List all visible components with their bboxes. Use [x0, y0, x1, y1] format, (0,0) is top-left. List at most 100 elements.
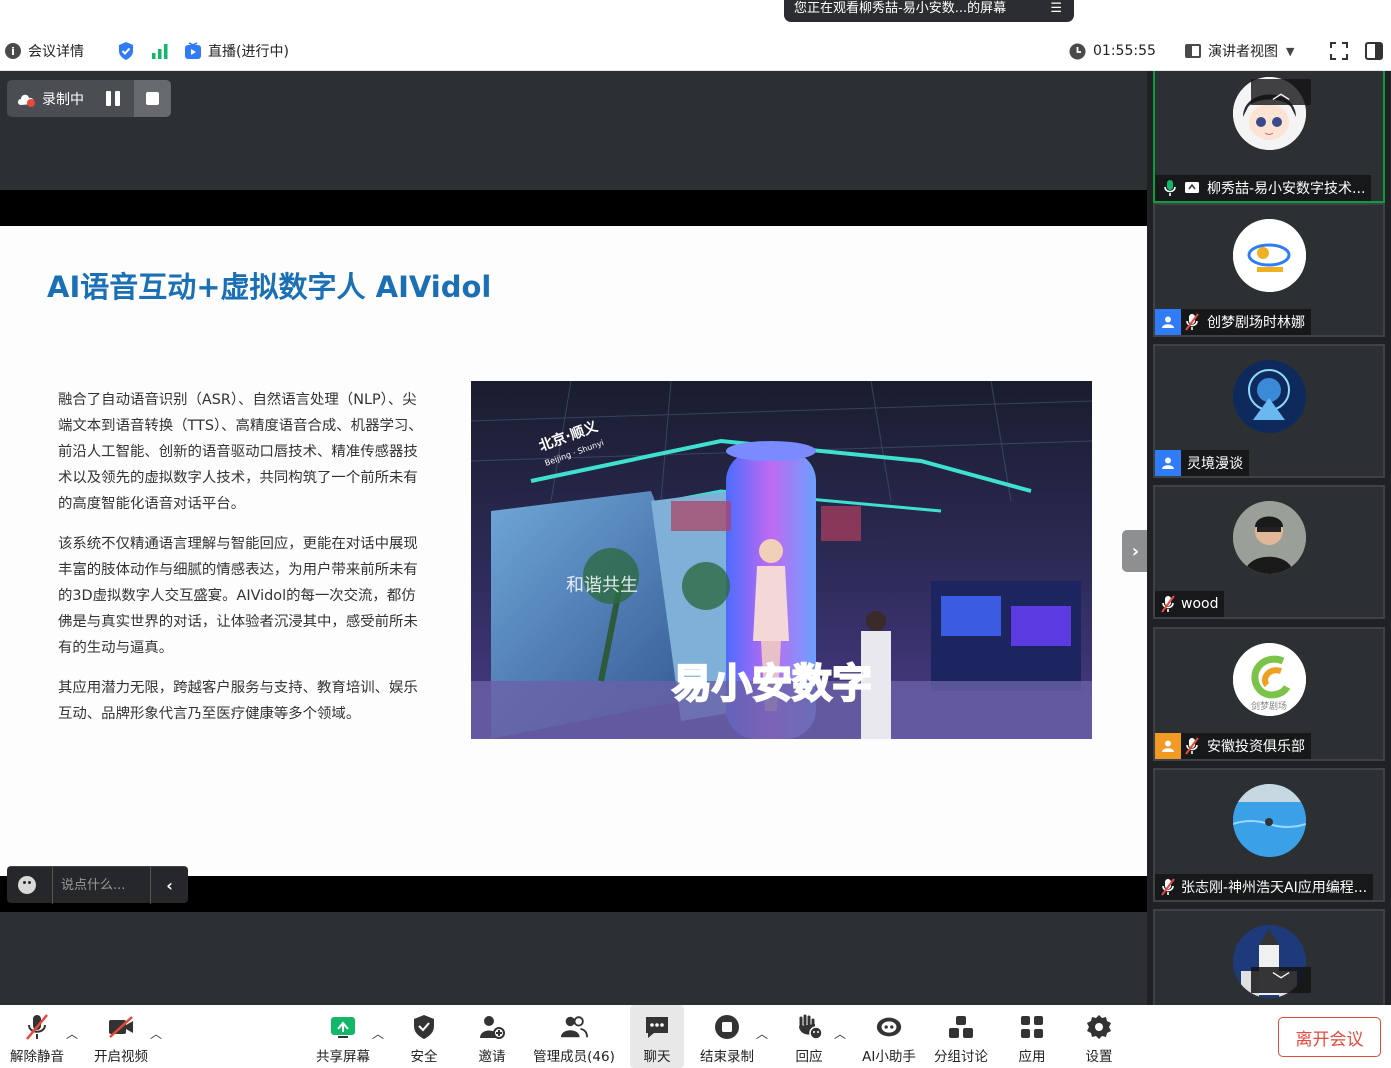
security-label: 安全: [410, 1049, 438, 1065]
start-video-button[interactable]: 开启视频: [92, 1005, 150, 1068]
live-stream-status[interactable]: 直播(进行中): [184, 31, 289, 71]
apps-button[interactable]: 应用: [1010, 1005, 1054, 1068]
scroll-down-icon[interactable]: ﹀: [1251, 967, 1311, 993]
mic-on-icon: [1159, 177, 1181, 199]
signal-icon[interactable]: [151, 31, 169, 71]
meeting-info-button[interactable]: i 会议详情: [5, 31, 84, 71]
share-screen-label: 共享屏幕: [316, 1049, 370, 1065]
stop-record-button[interactable]: [134, 80, 171, 117]
share-banner: 您正在观看柳秀喆-易小安数...的屏幕 ☰: [0, 0, 1391, 31]
view-mode-dropdown[interactable]: 演讲者视图 ▼: [1184, 31, 1294, 71]
security-button[interactable]: 安全: [402, 1005, 446, 1068]
portal-avatar: [1233, 360, 1306, 433]
scroll-up-icon[interactable]: ︿: [1251, 79, 1311, 105]
add-user-icon: [478, 1013, 506, 1041]
participant-name: 张志刚-神州浩天AI应用编程...: [1181, 880, 1368, 896]
manage-members-button[interactable]: 管理成员(46): [532, 1005, 616, 1068]
fullscreen-icon[interactable]: [1330, 31, 1348, 71]
participant-panel: ︿ 柳秀喆-易小安数字技术... 创梦剧场时林娜 灵境漫谈 wood 剑梦剧场 …: [1147, 71, 1391, 1005]
participant-name-bar: 灵境漫谈: [1155, 450, 1249, 476]
participant-tile[interactable]: 张志刚-神州浩天AI应用编程...: [1153, 768, 1385, 902]
video-off-icon: [107, 1013, 135, 1041]
participant-name: 柳秀喆-易小安数字技术...: [1207, 181, 1366, 197]
participant-name-bar: 创梦剧场时林娜: [1155, 309, 1311, 335]
ai-assistant-button[interactable]: AI小助手: [860, 1005, 918, 1068]
security-shield-icon[interactable]: [117, 31, 135, 71]
stop-icon: [146, 92, 159, 105]
breakout-rooms-button[interactable]: 分组讨论: [932, 1005, 990, 1068]
reactions-button[interactable]: 回应: [790, 1005, 828, 1068]
logo-avatar: 剑梦剧场: [1233, 643, 1306, 716]
participant-tile[interactable]: 灵境漫谈: [1153, 344, 1385, 478]
participant-name: 灵境漫谈: [1187, 456, 1243, 472]
info-icon: i: [5, 43, 21, 59]
chat-button[interactable]: 聊天: [630, 1005, 684, 1068]
ai-assistant-label: AI小助手: [862, 1049, 916, 1065]
unmute-button[interactable]: 解除静音: [8, 1005, 66, 1068]
leave-meeting-button[interactable]: 离开会议: [1278, 1017, 1381, 1057]
emoji-icon[interactable]: [18, 876, 36, 894]
chevron-up-icon[interactable]: ︿: [834, 1025, 846, 1042]
ai-assistant-icon: [875, 1013, 903, 1041]
pool-avatar: [1233, 784, 1306, 857]
participant-tile[interactable]: ︿ 柳秀喆-易小安数字技术...: [1153, 71, 1385, 203]
shield-icon: [410, 1013, 438, 1041]
participant-name: 安徽投资俱乐部: [1207, 739, 1305, 755]
pause-icon[interactable]: [105, 91, 121, 106]
chat-input[interactable]: 说点什么...: [52, 867, 152, 904]
participant-tile[interactable]: wood: [1153, 485, 1385, 619]
participant-tile[interactable]: 创梦剧场时林娜: [1153, 203, 1385, 337]
mic-muted-icon: [1181, 735, 1203, 757]
invite-button[interactable]: 邀请: [470, 1005, 514, 1068]
apps-grid-icon: [1018, 1013, 1046, 1041]
participant-tile[interactable]: 剑梦剧场 安徽投资俱乐部: [1153, 627, 1385, 761]
recording-control: 录制中: [7, 80, 171, 117]
chevron-right-icon: ›: [1131, 540, 1140, 562]
letterbox-top: [0, 190, 1147, 226]
mic-muted-icon: [1181, 311, 1203, 333]
breakout-label: 分组讨论: [934, 1049, 988, 1065]
share-status-text: 您正在观看柳秀喆-易小安数...的屏幕: [794, 1, 1007, 16]
participant-tile[interactable]: ﹀: [1153, 909, 1385, 1005]
timer-value: 01:55:55: [1093, 43, 1156, 59]
mic-muted-icon: [23, 1013, 51, 1041]
start-video-label: 开启视频: [94, 1049, 148, 1065]
screen-share-icon: [1181, 177, 1203, 199]
share-status-pill[interactable]: 您正在观看柳秀喆-易小安数...的屏幕 ☰: [784, 0, 1074, 22]
end-recording-button[interactable]: 结束录制: [698, 1005, 756, 1068]
slide-paragraph: 其应用潜力无限，跨越客户服务与支持、教育培训、娱乐互动、品牌形象代言乃至医疗健康…: [58, 680, 418, 722]
presentation-slide: AI语音互动+虚拟数字人 AIVidol 融合了自动语音识别（ASR）、自然语言…: [0, 226, 1147, 876]
participant-name-bar: 张志刚-神州浩天AI应用编程...: [1155, 874, 1374, 900]
raise-hand-icon: [795, 1013, 823, 1041]
share-screen-button[interactable]: 共享屏幕: [314, 1005, 372, 1068]
user-icon: [1155, 450, 1181, 476]
participant-name: wood: [1181, 596, 1219, 612]
reactions-label: 回应: [795, 1049, 823, 1065]
sidebar-toggle-icon[interactable]: [1365, 31, 1383, 71]
bottom-toolbar: 解除静音 ︿ 开启视频 ︿ 共享屏幕 ︿ 安全 邀请 管理成员(46) 聊天 结…: [0, 1005, 1391, 1068]
avatar-logo-text: 剑梦剧场: [1251, 700, 1287, 712]
mic-muted-icon: [1157, 593, 1179, 615]
next-page-button[interactable]: ›: [1122, 530, 1149, 572]
speaker-view-icon: [1185, 44, 1201, 58]
photo-caption: 易小安数字: [671, 660, 873, 708]
chevron-left-icon[interactable]: ‹: [150, 867, 188, 904]
chevron-up-icon[interactable]: ︿: [372, 1025, 384, 1042]
cloud-record-icon: [18, 94, 35, 107]
live-icon: [185, 42, 201, 59]
chevron-up-icon[interactable]: ︿: [66, 1025, 78, 1042]
chevron-up-icon[interactable]: ︿: [756, 1025, 768, 1042]
participant-name: 创梦剧场时林娜: [1207, 315, 1305, 331]
quick-chat-box: 说点什么... ‹: [7, 866, 188, 904]
settings-button[interactable]: 设置: [1077, 1005, 1121, 1068]
exhibition-photo: 北京·顺义 Beijing · Shunyi 和谐共生 易小安数字: [471, 381, 1092, 739]
photo-avatar: [1233, 501, 1306, 574]
stop-record-icon: [713, 1013, 741, 1041]
chevron-up-icon[interactable]: ︿: [150, 1025, 162, 1042]
photo-wall-text: 和谐共生: [566, 575, 638, 596]
top-bar: i 会议详情 直播(进行中) 01:55:55 演讲者视图 ▼: [0, 31, 1391, 71]
clock-icon: [1069, 43, 1086, 59]
chevron-down-icon: ▼: [1286, 44, 1295, 58]
gear-icon: [1085, 1013, 1113, 1041]
menu-icon[interactable]: ☰: [1050, 0, 1062, 18]
